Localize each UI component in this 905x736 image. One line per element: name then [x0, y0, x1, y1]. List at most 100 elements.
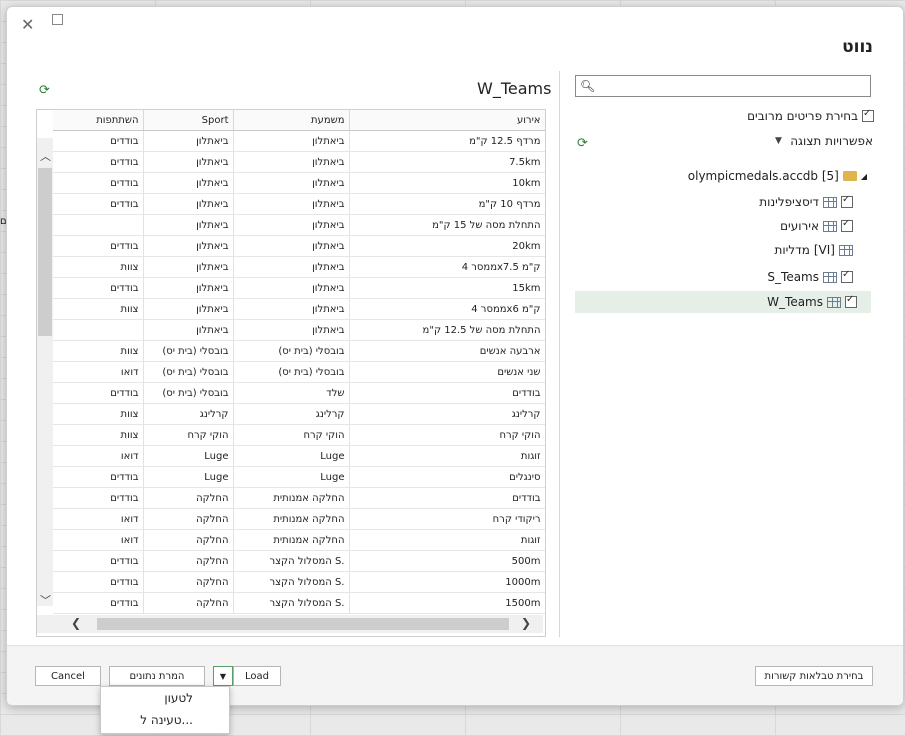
scroll-thumb[interactable] [97, 618, 509, 630]
close-icon[interactable]: ✕ [21, 15, 34, 34]
tree-item-selected[interactable]: W_Teams [575, 291, 871, 313]
table-cell: קרלינג [233, 403, 350, 425]
table-cell: בודדים [53, 277, 144, 299]
table-cell: זוגות [349, 529, 545, 551]
table-cell: ביאתלון [143, 214, 234, 236]
table-cell: בובסלי (בית יס) [143, 340, 234, 362]
tree-item-label: S_Teams [767, 270, 819, 284]
table-cell: ביאתלון [233, 235, 350, 257]
table-cell: ביאתלון [233, 319, 350, 341]
menu-item-load[interactable]: לטעון [101, 687, 229, 709]
table-cell: 20km [349, 235, 545, 257]
tree-item-checkbox[interactable] [841, 218, 853, 232]
scroll-up-icon[interactable]: ︿ [40, 148, 51, 164]
table-cell: 10km [349, 172, 545, 194]
table-cell: ביאתלון [143, 277, 234, 299]
tree-item-label: אירועים [780, 219, 819, 233]
load-dropdown-arrow[interactable]: ▼ [213, 666, 233, 686]
table-cell: בודדים [53, 193, 144, 215]
multi-select-checkbox[interactable] [862, 108, 874, 122]
table-cell [53, 214, 144, 236]
table-cell: שלד [233, 382, 350, 404]
table-row: צוות קרלינג קרלינג קרלינג [53, 403, 545, 425]
table-cell: בודדים [53, 130, 144, 152]
refresh-icon[interactable]: ⟳ [577, 136, 588, 151]
table-cell: החלקה [143, 529, 234, 551]
tree-root-label: olympicmedals.accdb [5] [687, 169, 839, 183]
table-cell: בודדים [53, 571, 144, 593]
table-cell: Luge [143, 466, 234, 488]
table-cell: צוות [53, 256, 144, 278]
column-header[interactable]: השתתפות [53, 110, 144, 131]
table-cell: צוות [53, 424, 144, 446]
tree-item-checkbox[interactable] [845, 294, 857, 308]
menu-item-load-to[interactable]: טעינה ל... [101, 709, 229, 731]
table-icon [839, 244, 853, 256]
tree-item[interactable]: אירועים [780, 215, 853, 237]
tree-item-checkbox[interactable] [841, 194, 853, 208]
scroll-left-icon[interactable]: ❮ [71, 616, 81, 630]
table-row: דואו החלקה החלקה אמנותית ריקודי קרח [53, 508, 545, 530]
tree-item-checkbox[interactable] [841, 269, 853, 283]
table-row: צוות ביאתלון ביאתלון ממסר 4x6 ק"מ [53, 298, 545, 320]
table-cell: ביאתלון [233, 298, 350, 320]
table-cell: צוות [53, 298, 144, 320]
table-cell: בובסלי (בית יס) [233, 361, 350, 383]
table-cell: המסלול הקצר S. [233, 592, 350, 614]
table-cell: 7.5km [349, 151, 545, 173]
table-cell: מרדף 10 ק"מ [349, 193, 545, 215]
table-cell: ריקודי קרח [349, 508, 545, 530]
load-button[interactable]: Load [233, 666, 281, 686]
table-cell: ביאתלון [143, 130, 234, 152]
table-cell: ביאתלון [143, 319, 234, 341]
refresh-icon[interactable]: ⟳ [39, 83, 50, 98]
tree-item[interactable]: דיסציפלינות [759, 191, 853, 213]
horizontal-scrollbar[interactable]: ❮ ❯ [37, 615, 543, 633]
tree-item-label: דיסציפלינות [759, 195, 819, 209]
table-row: דואו החלקה החלקה אמנותית זוגות [53, 529, 545, 551]
table-cell: מרדף 12.5 ק"מ [349, 130, 545, 152]
column-header[interactable]: אירוע [349, 110, 545, 131]
table-row: בודדים ביאתלון ביאתלון מרדף 12.5 ק"מ [53, 130, 545, 152]
tree-item[interactable]: S_Teams [767, 266, 853, 288]
expand-triangle-icon[interactable]: ◢ [861, 172, 867, 181]
dialog-title: נווט [842, 37, 873, 57]
table-cell: Luge [143, 445, 234, 467]
maximize-icon[interactable] [52, 14, 63, 25]
table-cell: קרלינג [349, 403, 545, 425]
select-related-tables-button[interactable]: בחירת טבלאות קשורות [755, 666, 873, 686]
multi-select-option[interactable]: בחירת פריטים מרובים [747, 108, 874, 123]
scroll-down-icon[interactable]: ﹀ [40, 592, 51, 608]
table-cell: ממסר 4x7.5 ק"מ [349, 256, 545, 278]
cancel-button[interactable]: Cancel [35, 666, 101, 686]
table-cell: דואו [53, 361, 144, 383]
table-cell: החלקה אמנותית [233, 508, 350, 530]
search-input[interactable]: 🔍︎ [575, 75, 871, 97]
table-cell: ביאתלון [143, 235, 234, 257]
tree-item[interactable]: מדליות [VI] [775, 239, 853, 261]
table-row: בודדים ביאתלון ביאתלון מרדף 10 ק"מ [53, 193, 545, 215]
table-row: בודדים בובסלי (בית יס) שלד בודדים [53, 382, 545, 404]
table-cell: בודדים [53, 235, 144, 257]
column-header[interactable]: Sport [143, 110, 234, 131]
table-cell: ביאתלון [143, 151, 234, 173]
chevron-down-icon[interactable]: ▼ [775, 136, 782, 146]
table-cell: ארבעה אנשים [349, 340, 545, 362]
view-options-dropdown[interactable]: אפשרויות תצוגה [790, 134, 873, 148]
table-cell: שני אנשים [349, 361, 545, 383]
table-cell: בודדים [53, 172, 144, 194]
tree-root-node[interactable]: olympicmedals.accdb [5] ◢ [688, 165, 867, 187]
scroll-thumb[interactable] [38, 168, 52, 336]
tree-item-prefix: [VI] [813, 243, 835, 257]
scroll-right-icon[interactable]: ❯ [521, 616, 531, 630]
table-cell: החלקה אמנותית [233, 487, 350, 509]
table-cell: בובסלי (בית יס) [143, 382, 234, 404]
table-cell: החלקה [143, 550, 234, 572]
vertical-scrollbar[interactable]: ︿ ﹀ [37, 138, 53, 608]
column-header[interactable]: משמעת [233, 110, 350, 131]
table-cell [53, 319, 144, 341]
search-icon: 🔍︎ [580, 79, 596, 93]
table-cell: זוגות [349, 445, 545, 467]
folder-icon [842, 171, 857, 181]
transform-data-button[interactable]: המרת נתונים [109, 666, 205, 686]
